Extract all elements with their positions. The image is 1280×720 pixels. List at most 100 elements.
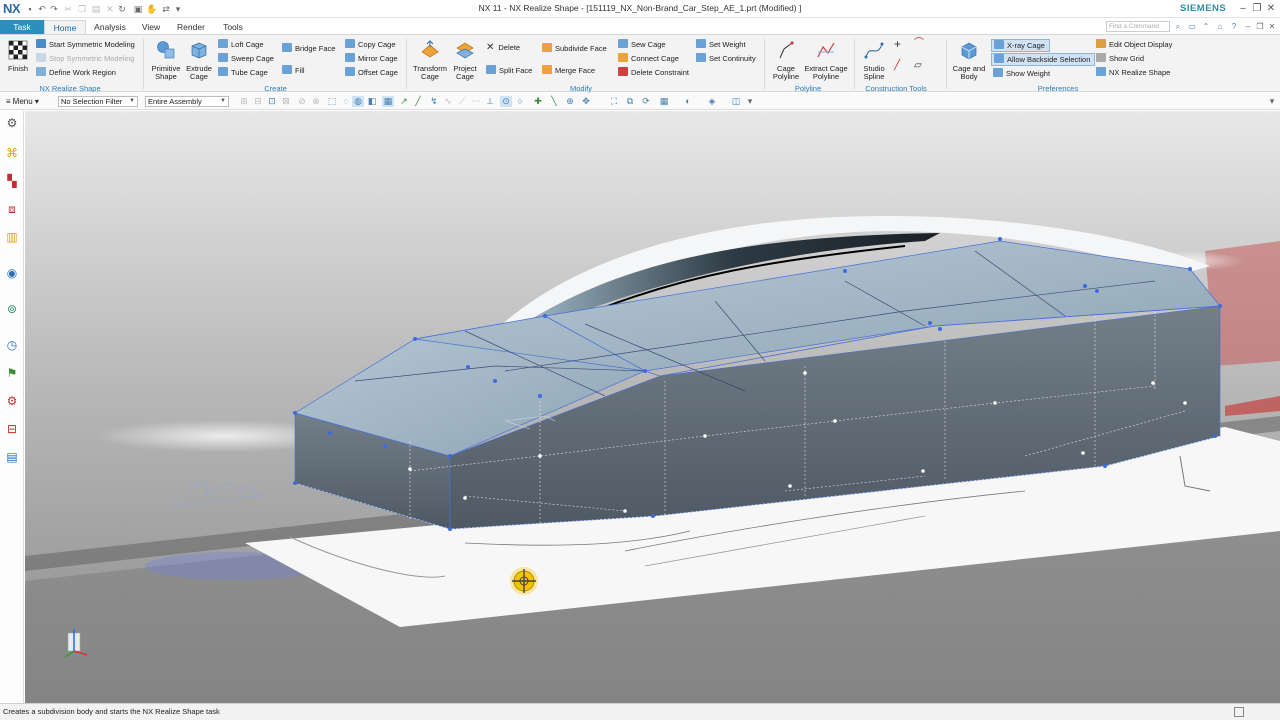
midpoint-snap-icon[interactable]: ⋯ bbox=[470, 96, 482, 107]
command-finder-input[interactable]: Find a Command bbox=[1106, 21, 1170, 32]
search-icon[interactable]: ⌕ bbox=[1172, 21, 1184, 32]
mirror-cage-button[interactable]: Mirror Cage bbox=[345, 53, 398, 64]
doc-close-button[interactable]: ✕ bbox=[1266, 21, 1278, 32]
set-continuity-button[interactable]: Set Continuity bbox=[696, 53, 756, 64]
edit-section-icon[interactable]: ◈ bbox=[706, 96, 718, 107]
center-snap-icon[interactable]: ⊙ bbox=[500, 96, 512, 107]
allow-backside-selection-toggle[interactable]: Allow Backside Selection bbox=[991, 53, 1096, 66]
doc-restore-button[interactable]: ❐ bbox=[1254, 21, 1266, 32]
plane-icon[interactable]: ▱ bbox=[914, 61, 922, 71]
start-symmetric-modeling-button[interactable]: Start Symmetric Modeling bbox=[36, 39, 135, 50]
snap-icon[interactable]: ⊡ bbox=[266, 96, 278, 107]
spline-snap-icon[interactable]: ∿ bbox=[442, 96, 454, 107]
subdivide-face-button[interactable]: Subdivide Face bbox=[542, 43, 607, 54]
face-rule-icon[interactable]: ⊗ bbox=[310, 96, 322, 107]
bridge-face-button[interactable]: Bridge Face bbox=[282, 43, 335, 54]
offset-cage-button[interactable]: Offset Cage bbox=[345, 67, 398, 78]
cage-polyline-button[interactable]: Cage Polyline bbox=[768, 39, 804, 82]
arrow-icon[interactable]: ↗ bbox=[398, 96, 410, 107]
select-all-icon[interactable]: ⊞ bbox=[238, 96, 250, 107]
system-materials-icon[interactable]: ⚑ bbox=[4, 365, 20, 381]
circle-snap-icon[interactable]: ○ bbox=[514, 96, 526, 107]
history-icon[interactable]: ⊚ bbox=[4, 301, 20, 317]
line-snap-icon[interactable]: ╱ bbox=[412, 96, 424, 107]
lasso-select-icon[interactable]: ◌ bbox=[340, 96, 352, 107]
rotate-view-icon[interactable]: ⟳ bbox=[640, 96, 652, 107]
pan-icon[interactable]: ✥ bbox=[580, 96, 592, 107]
primitive-shape-button[interactable]: Primitive Shape bbox=[148, 39, 184, 82]
extract-cage-polyline-button[interactable]: Extract Cage Polyline bbox=[804, 39, 848, 82]
home-icon[interactable]: ⌂ bbox=[1214, 21, 1226, 32]
rectangle-select-icon[interactable]: ⬚ bbox=[326, 96, 338, 107]
finish-button[interactable]: Finish bbox=[4, 39, 32, 73]
stop-symmetric-modeling-button[interactable]: Stop Symmetric Modeling bbox=[36, 53, 134, 64]
menu-button[interactable]: ≡ Menu ▾ bbox=[6, 96, 39, 107]
loft-cage-button[interactable]: Loft Cage bbox=[218, 39, 264, 50]
part-navigator-icon[interactable]: ⧈ bbox=[4, 201, 20, 217]
assembly-navigator-icon[interactable]: ⌘ bbox=[4, 145, 20, 161]
delete-button[interactable]: ✕ Delete bbox=[486, 43, 520, 53]
tab-home[interactable]: Home bbox=[44, 20, 86, 34]
define-work-region-button[interactable]: Define Work Region bbox=[36, 67, 116, 78]
edit-object-display-button[interactable]: Edit Object Display bbox=[1096, 39, 1172, 50]
tab-view[interactable]: View bbox=[138, 20, 164, 34]
minimize-button[interactable]: – bbox=[1236, 2, 1250, 15]
select-face-icon[interactable]: ◧ bbox=[366, 96, 378, 107]
show-weight-toggle[interactable]: Show Weight bbox=[993, 68, 1050, 79]
resource-bar-settings-icon[interactable]: ⚙ bbox=[4, 115, 20, 131]
split-face-button[interactable]: Split Face bbox=[486, 65, 532, 76]
xray-cage-toggle[interactable]: X-ray Cage bbox=[991, 39, 1050, 52]
clock-icon[interactable]: ◷ bbox=[4, 337, 20, 353]
orient-view-icon[interactable]: ▦ bbox=[658, 96, 670, 107]
line-draw-icon[interactable]: ╲ bbox=[548, 96, 560, 107]
zoom-icon[interactable]: ⊕ bbox=[564, 96, 576, 107]
roles-icon[interactable]: ▤ bbox=[4, 449, 20, 465]
sew-cage-button[interactable]: Sew Cage bbox=[618, 39, 666, 50]
set-weight-button[interactable]: Set Weight bbox=[696, 39, 746, 50]
end-point-snap-icon[interactable]: ⟂ bbox=[484, 96, 496, 107]
web-browser-icon[interactable]: ◉ bbox=[4, 265, 20, 281]
tab-analysis[interactable]: Analysis bbox=[90, 20, 130, 34]
status-window-icon[interactable] bbox=[1234, 707, 1244, 717]
render-style-icon[interactable]: ◐ bbox=[682, 96, 694, 107]
restore-button[interactable]: ❐ bbox=[1250, 2, 1264, 15]
sweep-cage-button[interactable]: Sweep Cage bbox=[218, 53, 274, 64]
select-body-icon[interactable]: ◍ bbox=[352, 96, 364, 107]
selection-filter-dropdown[interactable]: No Selection Filter ▼ bbox=[58, 96, 138, 107]
help-icon[interactable]: ? bbox=[1228, 21, 1240, 32]
curve-snap-icon[interactable]: ↯ bbox=[428, 96, 440, 107]
window-switch-icon[interactable]: ▭ bbox=[1186, 21, 1198, 32]
delete-constraint-button[interactable]: Delete Constraint bbox=[618, 67, 689, 78]
process-studio-icon[interactable]: ⚙ bbox=[4, 393, 20, 409]
transform-cage-button[interactable]: Transform Cage bbox=[411, 39, 449, 82]
manufacturing-wizards-icon[interactable]: ⊟ bbox=[4, 421, 20, 437]
constraint-navigator-icon[interactable]: ▚ bbox=[4, 173, 20, 189]
toolbar-options-icon[interactable]: ▾ bbox=[1266, 96, 1278, 107]
fit-view-icon[interactable]: ⛶ bbox=[608, 96, 620, 107]
show-hide-icon[interactable]: ◫ bbox=[730, 96, 742, 107]
merge-face-button[interactable]: Merge Face bbox=[542, 65, 595, 76]
curve-rule-icon[interactable]: ⊘ bbox=[296, 96, 308, 107]
selection-scope-dropdown[interactable]: Entire Assembly ▼ bbox=[145, 96, 229, 107]
extrude-cage-button[interactable]: Extrude Cage bbox=[184, 39, 214, 82]
ribbon-collapse-icon[interactable]: ⌃ bbox=[1200, 21, 1212, 32]
zoom-window-icon[interactable]: ⧉ bbox=[624, 96, 636, 107]
doc-minimize-button[interactable]: – bbox=[1242, 21, 1254, 32]
studio-spline-button[interactable]: Studio Spline bbox=[858, 39, 890, 82]
line-icon[interactable]: ╱ bbox=[894, 61, 900, 71]
tangent-snap-icon[interactable]: ⟋ bbox=[456, 96, 468, 107]
connect-cage-button[interactable]: Connect Cage bbox=[618, 53, 679, 64]
cage-and-body-button[interactable]: Cage and Body bbox=[950, 39, 988, 82]
point-snap-icon[interactable]: ✚ bbox=[532, 96, 544, 107]
tab-render[interactable]: Render bbox=[174, 20, 208, 34]
project-cage-button[interactable]: Project Cage bbox=[449, 39, 481, 82]
tube-cage-button[interactable]: Tube Cage bbox=[218, 67, 268, 78]
toolbar-overflow-icon[interactable]: ▾ bbox=[744, 96, 756, 107]
copy-cage-button[interactable]: Copy Cage bbox=[345, 39, 396, 50]
point-icon[interactable]: + bbox=[894, 38, 901, 50]
tab-tools[interactable]: Tools bbox=[218, 20, 248, 34]
close-button[interactable]: ✕ bbox=[1264, 2, 1278, 15]
deselect-icon[interactable]: ⊟ bbox=[252, 96, 264, 107]
show-grid-toggle[interactable]: Show Grid bbox=[1096, 53, 1144, 64]
fill-button[interactable]: Fill bbox=[282, 65, 305, 76]
